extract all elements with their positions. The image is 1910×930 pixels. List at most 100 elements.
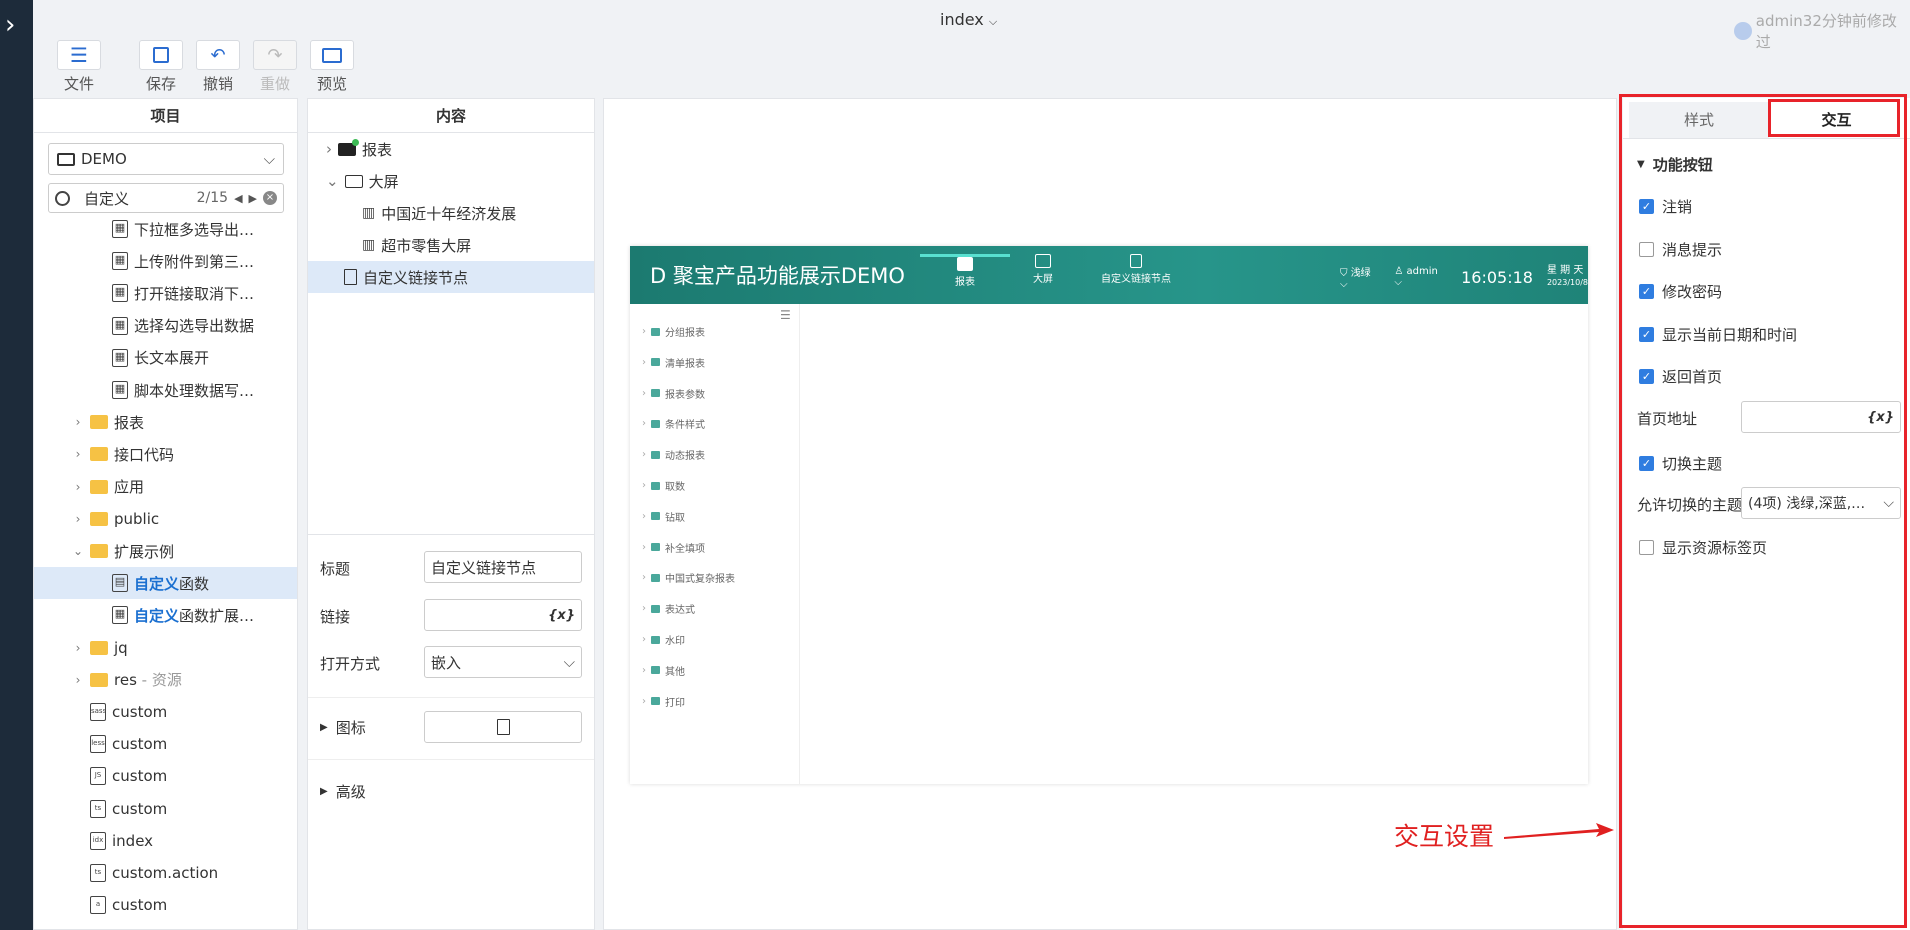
chevron-right-icon: ›	[642, 418, 646, 430]
preview-menu-item[interactable]: › 中国式复杂报表	[642, 570, 735, 585]
report-icon: ▦	[112, 252, 128, 271]
link-input[interactable]: {x}	[424, 599, 582, 631]
tree-item[interactable]: ▦ 下拉框多选导出…	[34, 213, 297, 245]
save-button[interactable]: 保存	[129, 40, 193, 94]
tree-item[interactable]: ▦ 选择勾选导出数据	[34, 310, 297, 342]
preview-nav-screen[interactable]: 大屏	[998, 254, 1088, 285]
design-canvas[interactable]: D 聚宝产品功能展示DEMO 报表 大屏 自定义链接节点 ⛉ 浅绿 ⌵ ♙ ad…	[603, 98, 1617, 930]
function-buttons-section[interactable]: ▼ 功能按钮	[1637, 154, 1713, 175]
tree-item-text: 上传附件到第三…	[134, 252, 255, 271]
open-mode-select[interactable]: 嵌入 ⌵	[424, 646, 582, 678]
project-select[interactable]: DEMO ⌵	[48, 143, 284, 175]
tree-item-text: custom.action	[112, 864, 219, 882]
tree-item-text: custom	[112, 799, 168, 818]
document-title[interactable]: index ⌵	[940, 10, 997, 29]
preview-header: D 聚宝产品功能展示DEMO 报表 大屏 自定义链接节点 ⛉ 浅绿 ⌵ ♙ ad…	[630, 246, 1588, 304]
preview-menu-item[interactable]: › 取数	[642, 478, 685, 493]
project-search[interactable]: 自定义 2/15 ◀ ▶ ×	[48, 183, 284, 213]
tree-item[interactable]: ▤ 自定义函数	[34, 567, 297, 600]
tree-item[interactable]: ▦ 打开链接取消下…	[34, 277, 297, 309]
preview-menu-item[interactable]: › 打印	[642, 694, 685, 709]
preview-user[interactable]: ♙ admin ⌵	[1394, 266, 1447, 288]
icon-section-toggle[interactable]: ▶ 图标	[320, 717, 366, 738]
allowed-themes-select[interactable]: (4项) 浅绿,深蓝,… ⌵	[1741, 487, 1901, 519]
preview-menu-item[interactable]: › 清单报表	[642, 355, 705, 370]
preview-menu-item[interactable]: › 报表参数	[642, 386, 705, 401]
preview-menu-item[interactable]: › 补全填项	[642, 540, 705, 555]
tree-item[interactable]: › 接口代码	[34, 438, 297, 470]
title-input[interactable]: 自定义链接节点	[424, 551, 582, 583]
advanced-section-toggle[interactable]: ▶ 高级	[320, 781, 366, 802]
allowed-themes-label: 允许切换的主题	[1637, 496, 1743, 514]
preview-menu-item[interactable]: › 条件样式	[642, 416, 705, 431]
chevron-right-icon[interactable]: ›	[72, 673, 84, 687]
tree-item[interactable]: less custom	[34, 728, 297, 760]
chevron-down-icon[interactable]: ⌄	[72, 544, 84, 558]
tree-item[interactable]: ⌄ 扩展示例	[34, 535, 297, 567]
preview-menu-item[interactable]: › 动态报表	[642, 447, 705, 462]
preview-nav-report[interactable]: 报表	[920, 254, 1010, 288]
undo-button[interactable]: ↶ 撤销	[186, 40, 250, 94]
tree-item[interactable]: ts custom.action	[34, 857, 297, 889]
tree-item[interactable]: › jq	[34, 632, 297, 664]
next-result-icon[interactable]: ▶	[249, 192, 257, 205]
content-node-custom-link[interactable]: 自定义链接节点	[308, 261, 594, 293]
preview-menu-item[interactable]: › 水印	[642, 632, 685, 647]
clear-icon[interactable]: ×	[263, 191, 277, 205]
tab-style[interactable]: 样式	[1629, 102, 1769, 138]
tab-interaction[interactable]: 交互	[1769, 102, 1904, 138]
switch-theme-checkbox[interactable]: ✓ 切换主题	[1639, 453, 1722, 474]
content-node-report[interactable]: › 报表	[308, 133, 594, 165]
tree-item[interactable]: ▦ 长文本展开	[34, 342, 297, 374]
chevron-right-icon[interactable]: ›	[72, 512, 84, 526]
icon-picker[interactable]	[424, 711, 582, 743]
tree-item[interactable]: ▦ 脚本处理数据写…	[34, 374, 297, 406]
content-node-economy[interactable]: ▥ 中国近十年经济发展	[308, 197, 594, 229]
tree-item[interactable]: › res - 资源	[34, 664, 297, 696]
option-checkbox[interactable]: ✓ 注销	[1639, 196, 1692, 217]
chevron-right-icon[interactable]: ›	[72, 480, 84, 494]
preview-theme[interactable]: ⛉ 浅绿 ⌵	[1340, 264, 1380, 290]
tree-item[interactable]: sass custom	[34, 696, 297, 728]
prev-result-icon[interactable]: ◀	[234, 192, 242, 205]
preview-menu-item[interactable]: › 其他	[642, 663, 685, 678]
content-node-retail[interactable]: ▥ 超市零售大屏	[308, 229, 594, 261]
show-resource-tabs-checkbox[interactable]: 显示资源标签页	[1639, 537, 1767, 558]
tree-item[interactable]: a custom	[34, 889, 297, 921]
redo-button[interactable]: ↷ 重做	[243, 40, 307, 94]
tree-item[interactable]: ts custom	[34, 793, 297, 825]
tree-item[interactable]: › public	[34, 503, 297, 535]
preview-button[interactable]: 预览	[300, 40, 364, 94]
option-checkbox[interactable]: ✓ 显示当前日期和时间	[1639, 324, 1797, 345]
preview-menu-item[interactable]: › 表达式	[642, 601, 695, 616]
chevron-right-icon[interactable]: ›	[72, 447, 84, 461]
chevron-right-icon[interactable]: ›	[72, 641, 84, 655]
checkbox-checked-icon: ✓	[1639, 284, 1654, 299]
hamburger-icon[interactable]: ☰	[780, 308, 791, 322]
option-checkbox[interactable]: ✓ 修改密码	[1639, 281, 1722, 302]
tree-item-label: 长文本展开	[134, 347, 209, 368]
search-input[interactable]: 自定义	[84, 188, 129, 209]
content-node-screen[interactable]: ⌄ 大屏	[308, 165, 594, 197]
option-checkbox[interactable]: 消息提示	[1639, 239, 1722, 260]
expand-chevron-icon[interactable]: ›	[5, 12, 15, 38]
screen-preview[interactable]: D 聚宝产品功能展示DEMO 报表 大屏 自定义链接节点 ⛉ 浅绿 ⌵ ♙ ad…	[630, 246, 1588, 784]
preview-menu-item[interactable]: › 钻取	[642, 509, 685, 524]
tree-item[interactable]: › 应用	[34, 471, 297, 503]
expression-icon[interactable]: {x}	[548, 608, 575, 623]
preview-nav-custom-link[interactable]: 自定义链接节点	[1076, 254, 1196, 285]
expression-icon[interactable]: {x}	[1867, 410, 1894, 425]
option-checkbox[interactable]: ✓ 返回首页	[1639, 366, 1722, 387]
preview-menu-label: 清单报表	[665, 358, 705, 370]
file-button[interactable]: ☰ 文件	[47, 40, 111, 94]
chevron-right-icon[interactable]: ›	[72, 415, 84, 429]
tree-item[interactable]: ▦ 上传附件到第三…	[34, 245, 297, 277]
tree-item[interactable]: idx index	[34, 825, 297, 857]
tree-item[interactable]: JS custom	[34, 760, 297, 792]
tree-item[interactable]: › 报表	[34, 406, 297, 438]
preview-menu-item[interactable]: › 分组报表	[642, 324, 705, 339]
home-url-input[interactable]: {x}	[1741, 401, 1901, 433]
tree-item-label: 自定义函数扩展…	[134, 605, 254, 626]
tree-item-text: custom	[112, 767, 168, 786]
tree-item[interactable]: ▦ 自定义函数扩展…	[34, 599, 297, 631]
